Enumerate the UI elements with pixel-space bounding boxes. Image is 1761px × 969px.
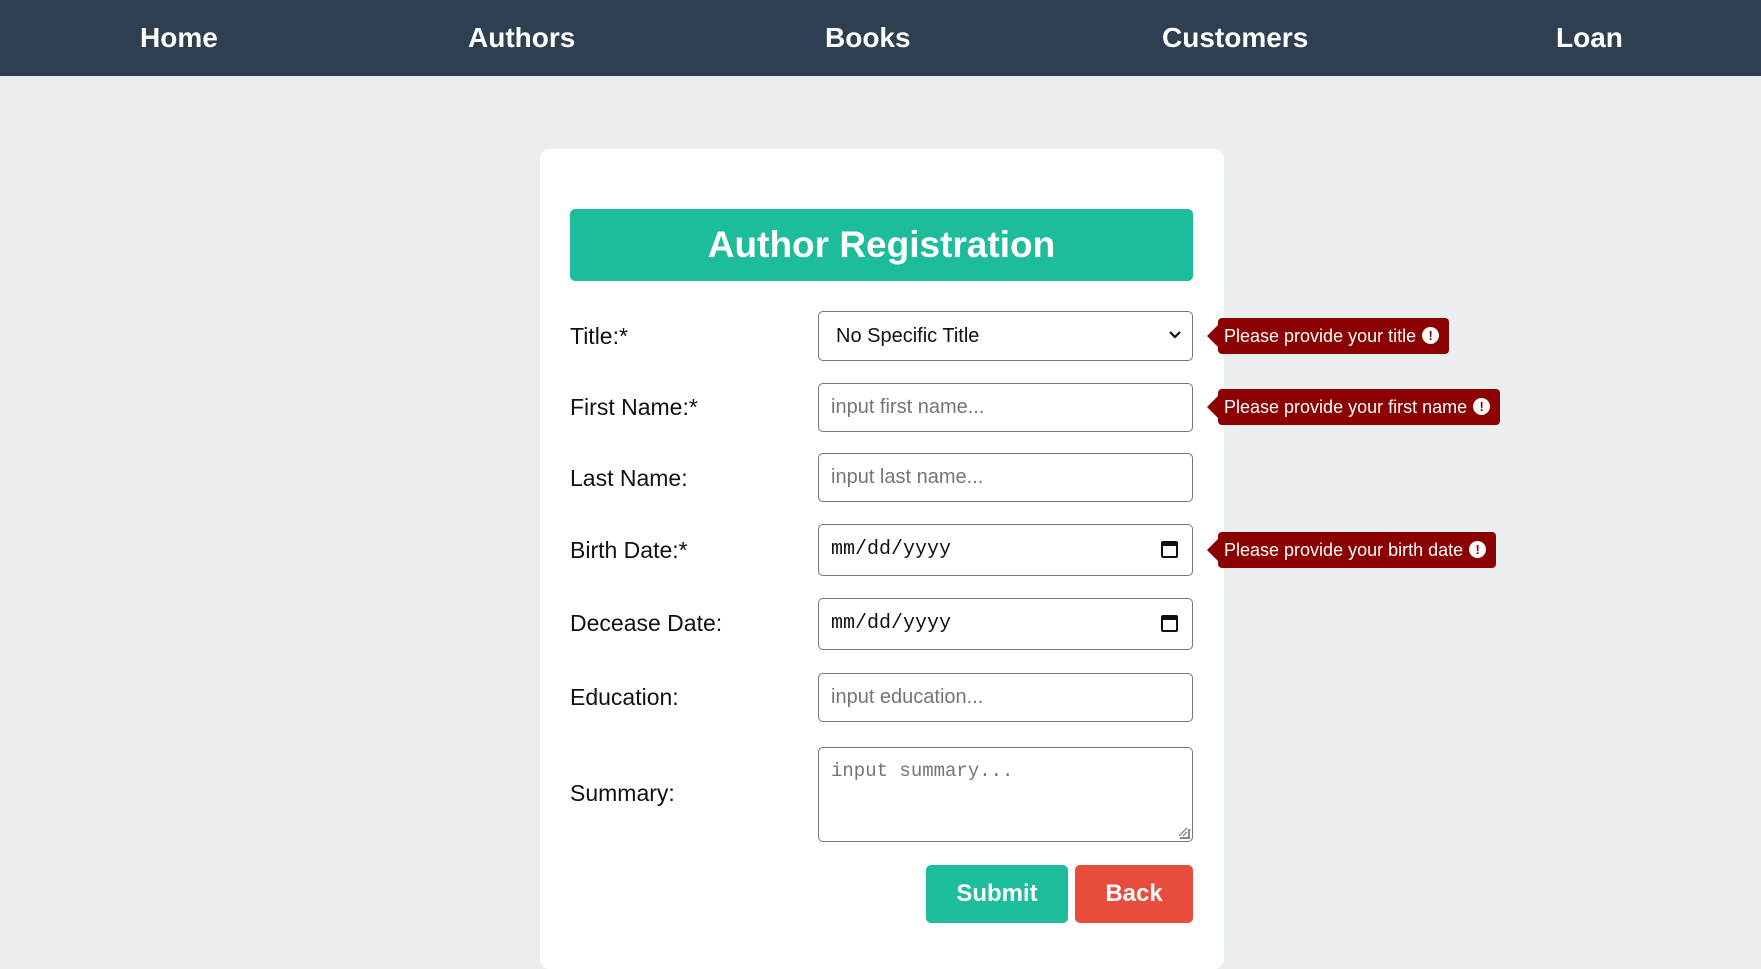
calendar-icon[interactable] xyxy=(1161,541,1178,558)
nav-loan[interactable]: Loan xyxy=(1556,20,1623,56)
education-input[interactable]: input education... xyxy=(818,673,1193,722)
first-name-input[interactable]: input first name... xyxy=(818,383,1193,432)
submit-button[interactable]: Submit xyxy=(926,865,1068,923)
last-name-placeholder: input last name... xyxy=(831,466,984,488)
first-name-label: First Name:* xyxy=(570,394,698,420)
title-label: Title:* xyxy=(570,323,628,349)
education-placeholder: input education... xyxy=(831,686,984,708)
form-title: Author Registration xyxy=(570,209,1193,281)
last-name-label: Last Name: xyxy=(570,465,688,491)
top-navbar: Home Authors Books Customers Loan xyxy=(0,0,1761,76)
exclamation-circle-icon: ! xyxy=(1422,327,1440,345)
exclamation-circle-icon: ! xyxy=(1473,398,1491,416)
nav-books[interactable]: Books xyxy=(825,20,911,56)
nav-authors[interactable]: Authors xyxy=(468,20,575,56)
first-name-placeholder: input first name... xyxy=(831,396,985,418)
first-name-error-tooltip: Please provide your first name! xyxy=(1206,389,1501,425)
summary-label: Summary: xyxy=(570,780,675,806)
birth-date-placeholder: mm/dd/yyyy xyxy=(831,538,952,561)
exclamation-circle-icon: ! xyxy=(1469,541,1487,559)
decease-date-label: Decease Date: xyxy=(570,610,723,636)
calendar-icon[interactable] xyxy=(1161,615,1178,632)
first-name-error-text: Please provide your first name xyxy=(1224,397,1468,417)
title-select[interactable]: No Specific Title xyxy=(818,311,1193,361)
nav-home[interactable]: Home xyxy=(140,20,218,56)
title-error-text: Please provide your title xyxy=(1224,326,1417,346)
summary-placeholder: input summary... xyxy=(831,760,1014,782)
title-select-value: No Specific Title xyxy=(836,325,980,347)
birth-date-error-tooltip: Please provide your birth date! xyxy=(1206,532,1497,568)
birth-date-error-text: Please provide your birth date xyxy=(1224,540,1464,560)
back-button[interactable]: Back xyxy=(1075,865,1193,923)
nav-customers[interactable]: Customers xyxy=(1162,20,1308,56)
title-error-tooltip: Please provide your title! xyxy=(1206,318,1450,354)
decease-date-placeholder: mm/dd/yyyy xyxy=(831,612,952,635)
last-name-input[interactable]: input last name... xyxy=(818,453,1193,502)
birth-date-label: Birth Date:* xyxy=(570,537,688,563)
chevron-down-icon xyxy=(1168,312,1182,360)
education-label: Education: xyxy=(570,684,679,710)
decease-date-input[interactable]: mm/dd/yyyy xyxy=(818,598,1193,650)
birth-date-input[interactable]: mm/dd/yyyy xyxy=(818,524,1193,576)
summary-textarea[interactable]: input summary... xyxy=(818,747,1193,842)
resize-handle-icon[interactable] xyxy=(1178,827,1190,839)
